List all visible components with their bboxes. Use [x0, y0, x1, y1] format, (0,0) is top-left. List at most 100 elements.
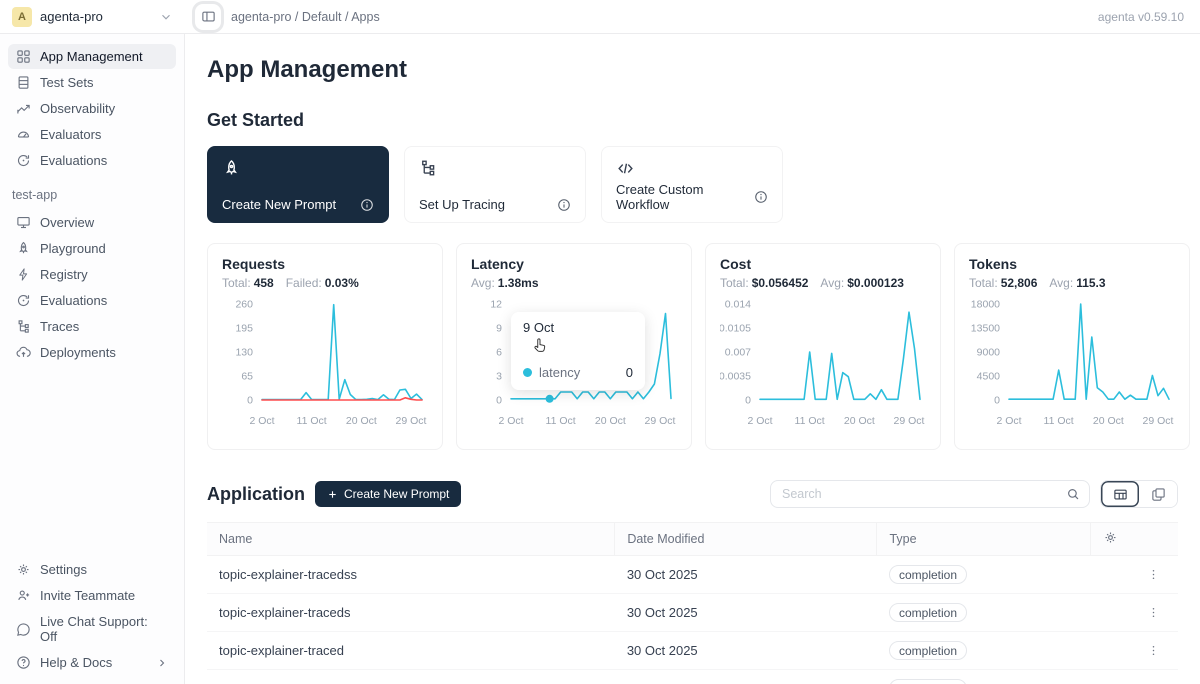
info-icon[interactable] [557, 198, 571, 212]
svg-text:2 Oct: 2 Oct [996, 415, 1021, 427]
type-badge: completion [889, 565, 967, 584]
chart-title: Requests [222, 256, 428, 272]
app-name: topic-explainer-traced [207, 632, 615, 670]
monitor-icon [16, 215, 31, 230]
svg-text:20 Oct: 20 Oct [346, 415, 377, 427]
application-title: Application [207, 484, 305, 505]
card-view-icon [1151, 487, 1166, 502]
sidebar-item-label: Registry [40, 267, 88, 282]
sidebar-item-test-sets[interactable]: Test Sets [8, 70, 176, 95]
sidebar-item-settings[interactable]: Settings [8, 557, 176, 582]
breadcrumb[interactable]: agenta-pro / Default / Apps [231, 10, 380, 24]
svg-text:195: 195 [235, 323, 253, 335]
sidebar-item-overview[interactable]: Overview [8, 210, 176, 235]
gear-icon[interactable] [1103, 530, 1118, 545]
tooltip-date: 9 Oct [523, 320, 633, 335]
tokens-line-chart[interactable]: 18000135009000450002 Oct11 Oct20 Oct29 O… [969, 296, 1175, 436]
workspace-name: agenta-pro [40, 9, 103, 24]
sidebar-item-live-chat-support[interactable]: Live Chat Support: Off [8, 609, 176, 649]
svg-text:4500: 4500 [977, 371, 1001, 383]
svg-text:20 Oct: 20 Oct [1093, 415, 1124, 427]
column-header-name[interactable]: Name [207, 523, 615, 556]
sidebar-item-label: Deployments [40, 345, 116, 360]
requests-line-chart[interactable]: 2601951306502 Oct11 Oct20 Oct29 Oct [222, 296, 428, 436]
sidebar-item-label: Test Sets [40, 75, 93, 90]
svg-text:65: 65 [241, 371, 253, 383]
set-up-tracing-card[interactable]: Set Up Tracing [404, 146, 586, 223]
svg-text:20 Oct: 20 Oct [844, 415, 875, 427]
svg-text:0.007: 0.007 [725, 347, 751, 359]
chevron-right-icon [156, 657, 168, 669]
sidebar-item-label: App Management [40, 49, 143, 64]
sidebar-item-invite-teammate[interactable]: Invite Teammate [8, 583, 176, 608]
table-row[interactable]: topic-explainer-traceds 30 Oct 2025 comp… [207, 594, 1178, 632]
search-icon[interactable] [1066, 487, 1080, 501]
card-view-button[interactable] [1139, 481, 1177, 507]
row-menu-button[interactable] [1141, 642, 1166, 659]
sidebar-item-help-docs[interactable]: Help & Docs [8, 650, 176, 675]
svg-text:2 Oct: 2 Oct [747, 415, 772, 427]
svg-text:29 Oct: 29 Oct [645, 415, 676, 427]
column-header-settings [1091, 523, 1178, 556]
svg-text:0: 0 [247, 395, 253, 407]
app-date: 30 Oct 2025 [615, 594, 877, 632]
create-custom-workflow-card[interactable]: Create Custom Workflow [601, 146, 783, 223]
sidebar-item-observability[interactable]: Observability [8, 96, 176, 121]
row-menu-button[interactable] [1141, 604, 1166, 621]
sidebar-item-deployments[interactable]: Deployments [8, 340, 176, 365]
sidebar-item-app-management[interactable]: App Management [8, 44, 176, 69]
table-row[interactable]: topic-explainer-traced 30 Oct 2025 compl… [207, 632, 1178, 670]
view-toggle [1100, 480, 1178, 508]
table-row[interactable]: career-assessment 27 Oct 2025 completion [207, 670, 1178, 684]
series-dot [523, 368, 532, 377]
info-icon[interactable] [360, 198, 374, 212]
row-menu-button[interactable] [1141, 566, 1166, 583]
panel-left-icon [201, 9, 216, 24]
column-header-date-modified[interactable]: Date Modified [615, 523, 877, 556]
table-row[interactable]: topic-explainer-tracedss 30 Oct 2025 com… [207, 556, 1178, 594]
sidebar-item-label: Invite Teammate [40, 588, 135, 603]
cloud-upload-icon [16, 345, 31, 360]
gear-icon [16, 562, 31, 577]
sidebar-item-app-evaluations[interactable]: Evaluations [8, 288, 176, 313]
sidebar: App Management Test Sets Observability E… [0, 34, 185, 684]
hand-cursor-icon [531, 337, 633, 355]
app-date: 30 Oct 2025 [615, 632, 877, 670]
sidebar-item-evaluators[interactable]: Evaluators [8, 122, 176, 147]
sidebar-toggle-button[interactable] [195, 4, 221, 30]
chart-title: Cost [720, 256, 926, 272]
row-menu-button[interactable] [1141, 680, 1166, 684]
app-name: topic-explainer-traceds [207, 594, 615, 632]
type-badge: completion [889, 641, 967, 660]
card-label: Create New Prompt [222, 197, 336, 212]
search-input[interactable] [782, 487, 1066, 501]
workspace-avatar: A [12, 7, 32, 27]
sidebar-item-playground[interactable]: Playground [8, 236, 176, 261]
svg-text:20 Oct: 20 Oct [595, 415, 626, 427]
sidebar-item-evaluations[interactable]: Evaluations [8, 148, 176, 173]
sidebar-item-label: Help & Docs [40, 655, 112, 670]
create-new-prompt-button[interactable]: Create New Prompt [315, 481, 461, 507]
column-header-type[interactable]: Type [877, 523, 1091, 556]
sidebar-item-label: Evaluations [40, 293, 107, 308]
info-icon[interactable] [754, 190, 768, 204]
top-header: A agenta-pro agenta-pro / Default / Apps… [0, 0, 1200, 34]
sidebar-item-registry[interactable]: Registry [8, 262, 176, 287]
rocket-icon [16, 241, 31, 256]
chevron-down-icon [159, 10, 173, 24]
code-icon [616, 159, 768, 178]
sidebar-item-traces[interactable]: Traces [8, 314, 176, 339]
svg-text:2 Oct: 2 Oct [249, 415, 274, 427]
svg-text:9000: 9000 [977, 347, 1001, 359]
create-new-prompt-card[interactable]: Create New Prompt [207, 146, 389, 223]
tokens-chart-card: Tokens Total:52,806 Avg:115.3 1800013500… [954, 243, 1190, 450]
svg-text:11 Oct: 11 Oct [795, 415, 825, 427]
cost-line-chart[interactable]: 0.0140.01050.0070.003502 Oct11 Oct20 Oct… [720, 296, 926, 436]
grid-icon [16, 49, 31, 64]
sidebar-item-label: Overview [40, 215, 94, 230]
tooltip-value: 0 [626, 365, 633, 380]
type-badge: completion [889, 679, 967, 684]
svg-text:0.0105: 0.0105 [720, 323, 751, 335]
table-view-button[interactable] [1101, 481, 1139, 507]
workspace-switcher[interactable]: A agenta-pro [0, 0, 185, 33]
